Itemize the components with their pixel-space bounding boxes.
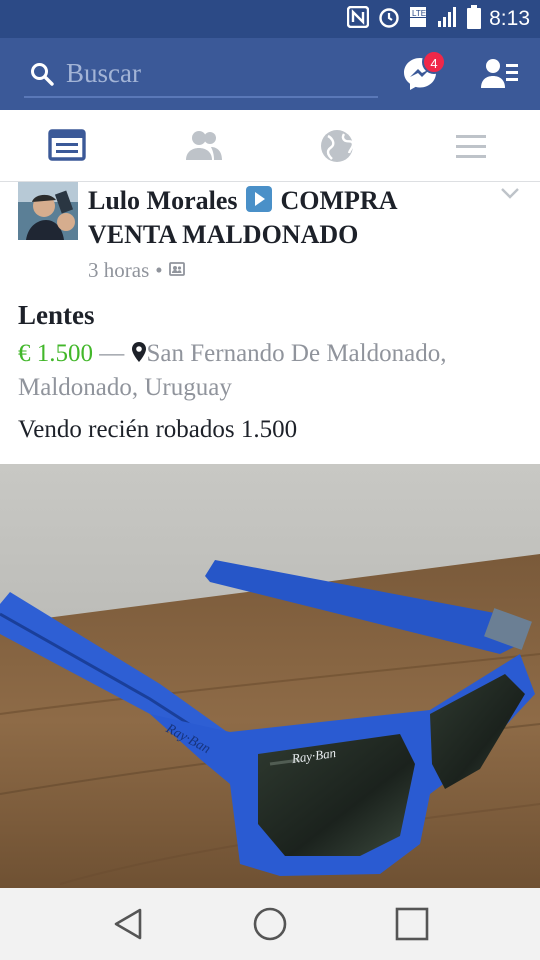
avatar[interactable] <box>18 182 78 240</box>
friend-requests-icon[interactable] <box>480 56 520 92</box>
author-name[interactable]: Lulo Morales <box>88 186 238 215</box>
battery-icon <box>467 4 482 34</box>
price-dash: — <box>99 340 125 367</box>
home-icon[interactable] <box>252 906 288 942</box>
globe-tab-icon[interactable] <box>318 126 358 166</box>
search-icon <box>30 62 54 91</box>
status-bar: LTE 8:13 <box>0 0 540 38</box>
news-feed-tab-icon[interactable] <box>48 126 88 166</box>
listing-price: € 1.500 <box>18 340 93 367</box>
post-time[interactable]: 3 horas <box>88 258 149 283</box>
listing-title: Lentes <box>18 300 95 330</box>
signal-icon <box>437 6 459 33</box>
system-nav-bar <box>0 888 540 960</box>
friends-tab-icon[interactable] <box>184 126 224 166</box>
nfc-icon <box>346 5 370 33</box>
alarm-icon <box>377 5 401 34</box>
app-header: Buscar 4 <box>0 38 540 110</box>
post-photo[interactable]: Ray·Ban Ray·Ban <box>0 464 540 888</box>
meta-separator: • <box>155 258 163 282</box>
listing-price-location: € 1.500 — San Fernando De Maldonado, Mal… <box>18 338 523 404</box>
group-privacy-icon <box>168 258 185 283</box>
menu-tab-icon[interactable] <box>452 126 492 166</box>
post-meta: 3 horas • <box>88 258 185 283</box>
listing-description: Vendo recién robados 1.500 <box>18 416 298 443</box>
play-arrow-icon <box>246 186 272 212</box>
lte-icon: LTE <box>409 5 429 34</box>
back-icon[interactable] <box>110 906 146 942</box>
search-bar[interactable]: Buscar <box>24 52 378 98</box>
recents-icon[interactable] <box>394 906 430 942</box>
messenger-badge: 4 <box>422 50 446 74</box>
tab-bar <box>0 110 540 182</box>
clock: 8:13 <box>489 7 530 30</box>
search-placeholder: Buscar <box>66 58 141 88</box>
location-pin-icon <box>131 340 147 372</box>
post-header[interactable]: Lulo Morales COMPRA VENTA MALDONADO <box>88 184 488 252</box>
post-card: Lulo Morales COMPRA VENTA MALDONADO 3 ho… <box>0 182 540 464</box>
svg-text:LTE: LTE <box>412 9 426 18</box>
chevron-down-icon[interactable] <box>500 186 520 205</box>
